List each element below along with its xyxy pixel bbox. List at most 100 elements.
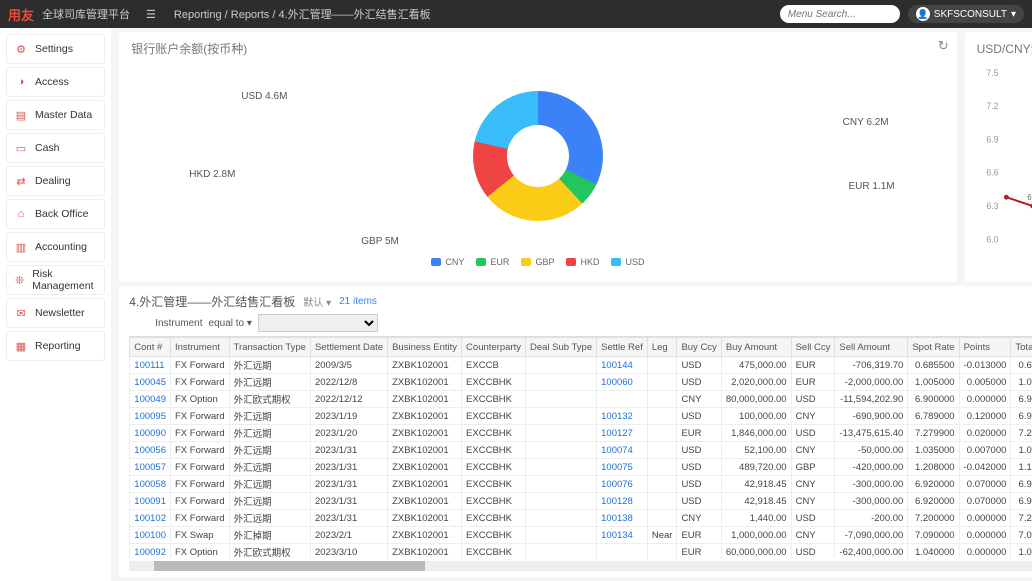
table-row[interactable]: 100111FX Forward外汇远期2009/3/5ZXBK102001EX… bbox=[130, 357, 1032, 374]
cell: 100056 bbox=[130, 442, 171, 459]
col-header[interactable]: Spot Rate bbox=[908, 338, 959, 357]
table-row[interactable]: 100100FX Swap外汇掉期2023/2/1ZXBK102001EXCCB… bbox=[130, 527, 1032, 544]
cell: 100045 bbox=[130, 374, 171, 391]
cell: ZXBK102001 bbox=[388, 442, 462, 459]
sidebar-item-cash[interactable]: ▭ Cash bbox=[6, 133, 105, 163]
table-row[interactable]: 100049FX Option外汇欧式期权2022/12/12ZXBK10200… bbox=[130, 391, 1032, 408]
filter-value-select[interactable] bbox=[258, 314, 378, 332]
legend-item[interactable]: HKD bbox=[566, 257, 599, 267]
col-header[interactable]: Counterparty bbox=[462, 338, 526, 357]
cell: FX Forward bbox=[170, 476, 229, 493]
col-header[interactable]: Total Rate bbox=[1011, 338, 1032, 357]
cell: 100127 bbox=[597, 425, 648, 442]
cell: EXCCBHK bbox=[462, 527, 526, 544]
pie-card: 银行账户余额(按币种) ↻ CNY 6.2M EUR 1.1M GBP 5M H… bbox=[119, 32, 956, 282]
legend-item[interactable]: CNY bbox=[431, 257, 464, 267]
sidebar-item-settings[interactable]: ⚙Settings bbox=[6, 34, 105, 64]
cell: 外汇远期 bbox=[229, 408, 310, 425]
sidebar-item-label: Reporting bbox=[35, 340, 81, 352]
user-menu[interactable]: 👤 SKFSCONSULT ▾ bbox=[908, 5, 1024, 23]
legend-item[interactable]: EUR bbox=[476, 257, 509, 267]
cell: -7,090,000.00 bbox=[835, 527, 908, 544]
cell: 2022/12/12 bbox=[310, 391, 387, 408]
cell: 2023/1/31 bbox=[310, 459, 387, 476]
sidebar-item-master-data[interactable]: ▤Master Data bbox=[6, 100, 105, 130]
pie-label-hkd: HKD 2.8M bbox=[189, 169, 235, 180]
svg-text:6.9: 6.9 bbox=[986, 134, 998, 144]
sidebar-icon: ⇄ bbox=[15, 175, 27, 187]
sidebar-item-label: Cash bbox=[35, 142, 60, 154]
col-header[interactable]: Business Entity bbox=[388, 338, 462, 357]
table-row[interactable]: 100091FX Forward外汇远期2023/1/31ZXBK102001E… bbox=[130, 493, 1032, 510]
cell: ZXBK102001 bbox=[388, 476, 462, 493]
table-row[interactable]: 100057FX Forward外汇远期2023/1/31ZXBK102001E… bbox=[130, 459, 1032, 476]
col-header[interactable]: Settle Ref bbox=[597, 338, 648, 357]
sidebar-item-dealing[interactable]: ⇄Dealing bbox=[6, 166, 105, 196]
cell bbox=[647, 493, 677, 510]
svg-text:6.0: 6.0 bbox=[986, 234, 998, 244]
sidebar-icon: ▭ bbox=[15, 142, 27, 154]
refresh-icon[interactable]: ↻ bbox=[938, 38, 949, 54]
cell: ZXBK102001 bbox=[388, 425, 462, 442]
pie-label-gbp: GBP 5M bbox=[361, 236, 399, 247]
svg-text:7.5: 7.5 bbox=[986, 68, 998, 78]
cell: -13,475,615.40 bbox=[835, 425, 908, 442]
cell: 1,000,000.00 bbox=[721, 527, 791, 544]
line-card: USD/CNY汇率(新) ↻ 6.06.36.66.97.27.56.36.36… bbox=[965, 32, 1032, 282]
col-header[interactable]: Sell Amount bbox=[835, 338, 908, 357]
menu-toggle-icon[interactable]: ☰ bbox=[146, 8, 156, 21]
menu-search-input[interactable] bbox=[780, 5, 900, 23]
sidebar-item-access[interactable]: ◑Access bbox=[6, 67, 105, 97]
sidebar-item-newsletter[interactable]: ✉Newsletter bbox=[6, 298, 105, 328]
table-row[interactable]: 100095FX Forward外汇远期2023/1/19ZXBK102001E… bbox=[130, 408, 1032, 425]
cell: 7.279900 bbox=[908, 425, 959, 442]
col-header[interactable]: Instrument bbox=[170, 338, 229, 357]
cell: 100128 bbox=[597, 493, 648, 510]
table-row[interactable]: 100102FX Forward外汇远期2023/1/31ZXBK102001E… bbox=[130, 510, 1032, 527]
h-scrollbar[interactable] bbox=[129, 561, 1032, 571]
cell: CNY bbox=[791, 493, 835, 510]
col-header[interactable]: Sell Ccy bbox=[791, 338, 835, 357]
table-row[interactable]: 100045FX Forward外汇远期2022/12/8ZXBK102001E… bbox=[130, 374, 1032, 391]
legend-item[interactable]: USD bbox=[611, 257, 644, 267]
col-header[interactable]: Buy Amount bbox=[721, 338, 791, 357]
cell: 100057 bbox=[130, 459, 171, 476]
sidebar-item-accounting[interactable]: ▥Accounting bbox=[6, 232, 105, 262]
table-wrap[interactable]: Cont #InstrumentTransaction TypeSettleme… bbox=[129, 336, 1032, 559]
breadcrumb: Reporting / Reports / 4.外汇管理——外汇结售汇看板 bbox=[174, 6, 431, 22]
cell: 外汇远期 bbox=[229, 357, 310, 374]
col-header[interactable]: Buy Ccy bbox=[677, 338, 721, 357]
col-header[interactable]: Cont # bbox=[130, 338, 171, 357]
cell: 2023/3/10 bbox=[310, 544, 387, 560]
col-header[interactable]: Settlement Date bbox=[310, 338, 387, 357]
sidebar-item-back-office[interactable]: ⌂Back Office bbox=[6, 199, 105, 229]
col-header[interactable]: Deal Sub Type bbox=[525, 338, 596, 357]
cell: 7.299900 bbox=[1011, 425, 1032, 442]
cell: 100138 bbox=[597, 510, 648, 527]
legend-item[interactable]: GBP bbox=[521, 257, 554, 267]
cell: 7.090000 bbox=[908, 527, 959, 544]
sidebar-item-label: Master Data bbox=[35, 109, 92, 121]
sidebar-item-risk-management[interactable]: ❊Risk Management bbox=[6, 265, 105, 295]
view-selector[interactable]: 默认 ▾ bbox=[303, 294, 331, 309]
col-header[interactable]: Points bbox=[959, 338, 1011, 357]
cell: 7.200000 bbox=[908, 510, 959, 527]
cell: 1.042000 bbox=[1011, 442, 1032, 459]
sidebar-item-reporting[interactable]: ▦Reporting bbox=[6, 331, 105, 361]
cell: 2023/1/31 bbox=[310, 442, 387, 459]
filter-op[interactable]: equal to ▾ bbox=[209, 318, 252, 329]
col-header[interactable]: Leg bbox=[647, 338, 677, 357]
cell: EXCCBHK bbox=[462, 425, 526, 442]
col-header[interactable]: Transaction Type bbox=[229, 338, 310, 357]
item-count: 21 items bbox=[339, 296, 377, 307]
cell: 2009/3/5 bbox=[310, 357, 387, 374]
table-row[interactable]: 100092FX Option外汇欧式期权2023/3/10ZXBK102001… bbox=[130, 544, 1032, 560]
cell: -706,319.70 bbox=[835, 357, 908, 374]
table-row[interactable]: 100056FX Forward外汇远期2023/1/31ZXBK102001E… bbox=[130, 442, 1032, 459]
cell: 0.005000 bbox=[959, 374, 1011, 391]
table-row[interactable]: 100090FX Forward外汇远期2023/1/20ZXBK102001E… bbox=[130, 425, 1032, 442]
cell: 0.685500 bbox=[908, 357, 959, 374]
cell: USD bbox=[677, 374, 721, 391]
table-row[interactable]: 100058FX Forward外汇远期2023/1/31ZXBK102001E… bbox=[130, 476, 1032, 493]
cell bbox=[525, 476, 596, 493]
